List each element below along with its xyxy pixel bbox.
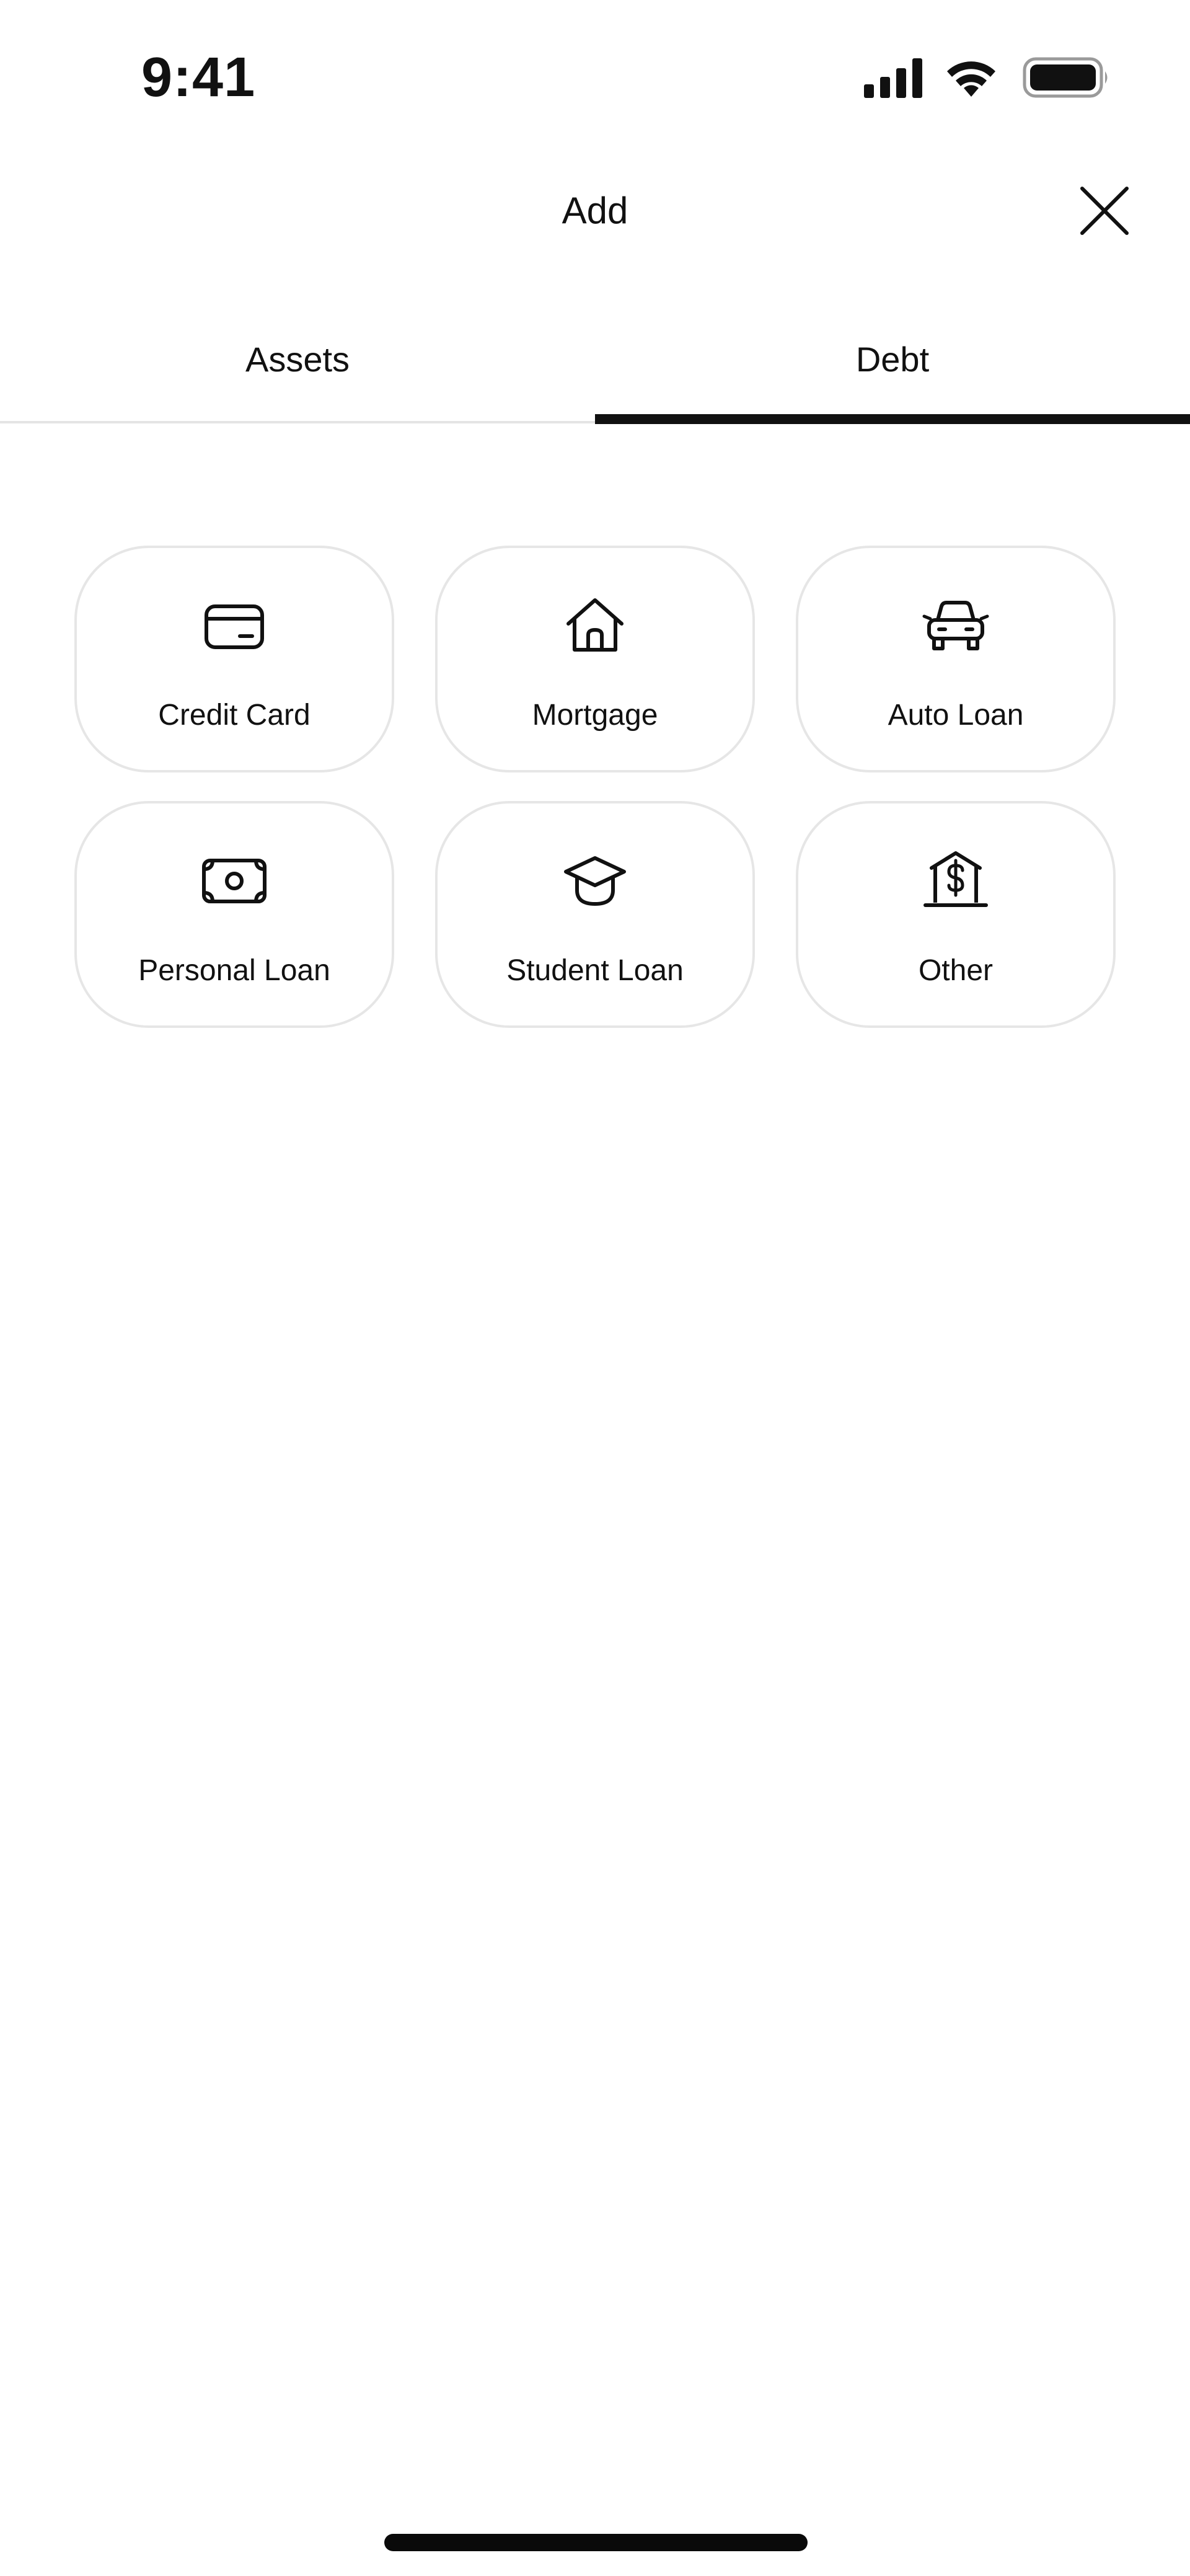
graduation-cap-icon <box>564 856 626 906</box>
active-tab-indicator <box>595 414 1190 424</box>
close-button[interactable] <box>1073 180 1135 242</box>
status-icons <box>863 56 1111 105</box>
personal-loan-label: Personal Loan <box>138 954 330 987</box>
header: Add <box>0 155 1190 267</box>
home-indicator[interactable] <box>384 2534 808 2551</box>
cellular-signal-icon <box>864 58 922 98</box>
mortgage-option[interactable]: Mortgage <box>435 546 755 772</box>
credit-card-label: Credit Card <box>158 699 311 732</box>
close-icon <box>1080 187 1129 235</box>
wifi-icon <box>947 61 995 97</box>
tab-bar: Assets Debt <box>0 310 1190 425</box>
banknote-icon <box>202 859 267 903</box>
other-label: Other <box>918 954 994 987</box>
house-icon <box>566 598 624 652</box>
credit-card-icon <box>205 604 264 649</box>
tab-assets-label: Assets <box>245 340 350 379</box>
page-title: Add <box>562 190 628 231</box>
other-option[interactable]: Other <box>796 801 1116 1028</box>
bank-dollar-icon <box>923 851 988 907</box>
mortgage-label: Mortgage <box>532 699 658 732</box>
battery-icon <box>1023 57 1108 98</box>
personal-loan-option[interactable]: Personal Loan <box>74 801 394 1028</box>
student-loan-label: Student Loan <box>506 954 684 987</box>
auto-loan-label: Auto Loan <box>888 699 1024 732</box>
auto-loan-option[interactable]: Auto Loan <box>796 546 1116 772</box>
tab-debt-label: Debt <box>855 340 930 379</box>
car-icon <box>922 601 989 650</box>
status-time: 9:41 <box>141 46 256 108</box>
tab-debt[interactable]: Debt <box>595 310 1190 425</box>
student-loan-option[interactable]: Student Loan <box>435 801 755 1028</box>
tab-assets[interactable]: Assets <box>0 310 595 425</box>
status-bar: 9:41 <box>0 0 1190 155</box>
credit-card-option[interactable]: Credit Card <box>74 546 394 772</box>
